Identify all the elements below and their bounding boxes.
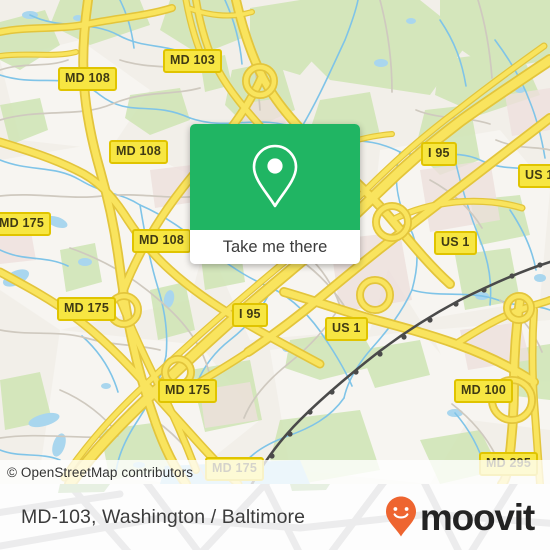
shield-us-1-b: US 1	[434, 231, 477, 255]
shield-us-1-c: US 1	[325, 317, 368, 341]
map-attribution: © OpenStreetMap contributors	[0, 460, 550, 484]
moovit-station-card: MD 103 MD 108 MD 108 MD 108 MD 175 MD 17…	[0, 0, 550, 550]
page-title: MD-103, Washington / Baltimore	[21, 484, 305, 550]
shield-md-108-a: MD 108	[58, 67, 117, 91]
map-pin-icon	[252, 144, 298, 208]
moovit-wordmark: moovit	[419, 496, 535, 538]
shield-us-1-a: US 1	[518, 164, 550, 188]
attribution-text: © OpenStreetMap contributors	[7, 464, 194, 480]
shield-md-175-a: MD 175	[0, 212, 51, 236]
shield-md-108-b: MD 108	[109, 140, 168, 164]
location-callout-card[interactable]: Take me there	[190, 124, 360, 264]
shield-i-95-a: I 95	[421, 142, 457, 166]
card-icon-area	[190, 124, 360, 230]
take-me-there-button[interactable]: Take me there	[190, 230, 360, 264]
shield-md-100: MD 100	[454, 379, 513, 403]
moovit-logo[interactable]: moovit	[384, 484, 535, 550]
page-title-text: MD-103, Washington / Baltimore	[21, 505, 306, 528]
moovit-smiley-pin-icon	[385, 496, 416, 537]
shield-md-103: MD 103	[163, 49, 222, 73]
shield-i-95-b: I 95	[232, 303, 268, 327]
shield-md-108-c: MD 108	[132, 229, 191, 253]
shield-md-175-b: MD 175	[57, 297, 116, 321]
take-me-there-label: Take me there	[222, 237, 328, 256]
shield-md-175-c: MD 175	[158, 379, 217, 403]
footer-bar: MD-103, Washington / Baltimore moovit	[0, 484, 550, 550]
